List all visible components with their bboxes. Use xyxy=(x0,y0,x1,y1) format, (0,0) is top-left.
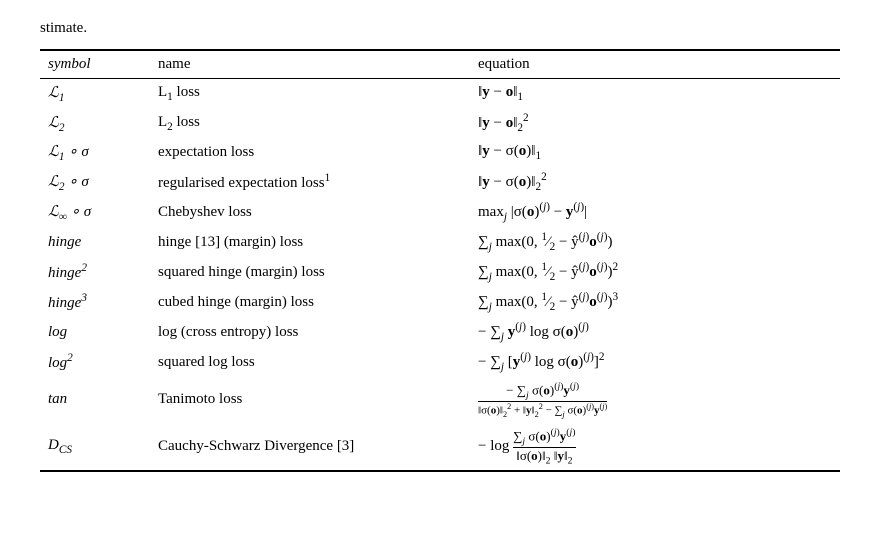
cell-equation: − ∑j y(j) log σ(o)(j) xyxy=(470,317,840,347)
header-name: name xyxy=(150,50,470,79)
table-row: ℒ1L1 loss‖y − o‖1 xyxy=(40,79,840,109)
cell-name: L1 loss xyxy=(150,79,470,109)
table-row: hingehinge [13] (margin) loss∑j max(0, 1… xyxy=(40,227,840,257)
cell-symbol: ℒ∞ ∘ σ xyxy=(40,197,150,227)
cell-equation: maxj |σ(o)(j) − y(j)| xyxy=(470,197,840,227)
header-symbol: symbol xyxy=(40,50,150,79)
table-header-row: symbol name equation xyxy=(40,50,840,79)
cell-name: L2 loss xyxy=(150,108,470,138)
cell-name: Chebyshev loss xyxy=(150,197,470,227)
cell-name: Tanimoto loss xyxy=(150,377,470,423)
table-row: ℒ1 ∘ σexpectation loss‖y − σ(o)‖1 xyxy=(40,138,840,167)
cell-symbol: hinge2 xyxy=(40,257,150,287)
cell-symbol: log xyxy=(40,317,150,347)
table-row: tanTanimoto loss − ∑j σ(o)(j)y(j) ‖σ(o)‖… xyxy=(40,377,840,423)
cell-symbol: hinge3 xyxy=(40,287,150,317)
cell-equation: ‖y − o‖1 xyxy=(470,79,840,109)
cell-name: Cauchy-Schwarz Divergence [3] xyxy=(150,423,470,472)
intro-text: stimate. xyxy=(40,20,840,37)
cell-symbol: ℒ1 xyxy=(40,79,150,109)
cell-equation: ‖y − o‖22 xyxy=(470,108,840,138)
header-equation: equation xyxy=(470,50,840,79)
cell-symbol: tan xyxy=(40,377,150,423)
cell-symbol: ℒ2 xyxy=(40,108,150,138)
table-row: hinge3cubed hinge (margin) loss∑j max(0,… xyxy=(40,287,840,317)
cell-equation: ∑j max(0, 1⁄2 − ŷ(j)o(j))2 xyxy=(470,257,840,287)
table-row: log2squared log loss− ∑j [y(j) log σ(o)(… xyxy=(40,347,840,377)
table-row: loglog (cross entropy) loss− ∑j y(j) log… xyxy=(40,317,840,347)
cell-name: cubed hinge (margin) loss xyxy=(150,287,470,317)
cell-equation: − ∑j σ(o)(j)y(j) ‖σ(o)‖22 + ‖y‖22 − ∑j σ… xyxy=(470,377,840,423)
loss-table: symbol name equation ℒ1L1 loss‖y − o‖1ℒ2… xyxy=(40,49,840,472)
cell-equation: − ∑j [y(j) log σ(o)(j)]2 xyxy=(470,347,840,377)
cell-name: regularised expectation loss1 xyxy=(150,167,470,197)
cell-equation: ‖y − σ(o)‖1 xyxy=(470,138,840,167)
cell-equation: ‖y − σ(o)‖22 xyxy=(470,167,840,197)
table-row: ℒ∞ ∘ σChebyshev lossmaxj |σ(o)(j) − y(j)… xyxy=(40,197,840,227)
cell-name: log (cross entropy) loss xyxy=(150,317,470,347)
cell-symbol: ℒ2 ∘ σ xyxy=(40,167,150,197)
table-row: ℒ2L2 loss‖y − o‖22 xyxy=(40,108,840,138)
cell-symbol: log2 xyxy=(40,347,150,377)
cell-symbol: hinge xyxy=(40,227,150,257)
table-row: hinge2squared hinge (margin) loss∑j max(… xyxy=(40,257,840,287)
cell-equation: − log ∑j σ(o)(j)y(j) ‖σ(o)‖2 ‖y‖2 xyxy=(470,423,840,472)
cell-name: expectation loss xyxy=(150,138,470,167)
cell-equation: ∑j max(0, 1⁄2 − ŷ(j)o(j))3 xyxy=(470,287,840,317)
cell-name: squared hinge (margin) loss xyxy=(150,257,470,287)
cell-symbol: DCS xyxy=(40,423,150,472)
cell-name: hinge [13] (margin) loss xyxy=(150,227,470,257)
table-row: DCSCauchy-Schwarz Divergence [3] − log ∑… xyxy=(40,423,840,472)
cell-equation: ∑j max(0, 1⁄2 − ŷ(j)o(j)) xyxy=(470,227,840,257)
cell-name: squared log loss xyxy=(150,347,470,377)
cell-symbol: ℒ1 ∘ σ xyxy=(40,138,150,167)
table-row: ℒ2 ∘ σregularised expectation loss1‖y − … xyxy=(40,167,840,197)
